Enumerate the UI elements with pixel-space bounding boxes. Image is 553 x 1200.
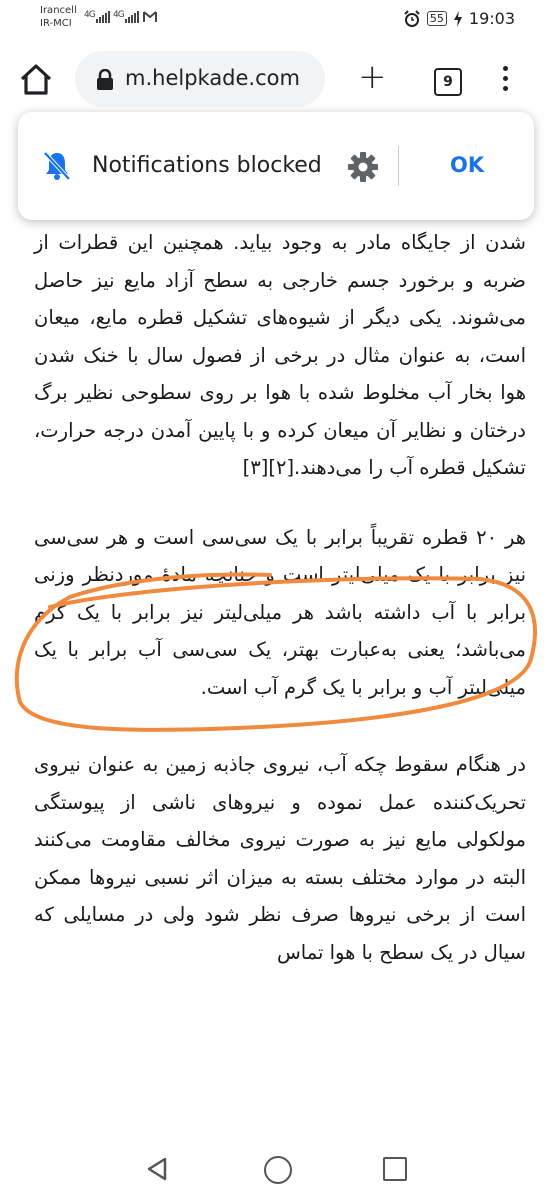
charging-icon xyxy=(453,10,462,27)
recents-icon[interactable] xyxy=(383,1157,407,1181)
carrier-1: Irancell xyxy=(40,5,77,16)
clock: 19:03 xyxy=(468,9,515,28)
status-right: 55 19:03 xyxy=(403,9,515,28)
status-bar: Irancell IR-MCI 4G 4G 55 19:03 xyxy=(0,0,553,40)
notifications-blocked-card: Notifications blocked OK xyxy=(18,112,534,220)
notification-message: Notifications blocked xyxy=(92,153,322,178)
alarm-icon xyxy=(404,9,420,27)
home-nav-icon[interactable] xyxy=(264,1156,292,1184)
carrier-labels: Irancell IR-MCI xyxy=(40,4,77,30)
system-nav-bar xyxy=(0,1140,553,1200)
signal-2-icon xyxy=(125,11,139,23)
signal-2-label: 4G xyxy=(113,10,125,20)
lock-icon[interactable] xyxy=(95,69,115,91)
new-tab-button[interactable]: + xyxy=(358,60,387,94)
url-text[interactable]: m.helpkade.com xyxy=(125,66,300,90)
home-icon[interactable] xyxy=(18,62,54,98)
battery-indicator: 55 xyxy=(426,11,447,26)
ok-button[interactable]: OK xyxy=(450,153,484,177)
back-icon[interactable] xyxy=(145,1157,169,1181)
article-content: شدن از جایگاه مادر به وجود بیاید. همچنین… xyxy=(34,224,526,971)
carrier-2: IR-MCI xyxy=(40,18,72,29)
gmail-icon xyxy=(143,11,157,22)
paragraph-1: شدن از جایگاه مادر به وجود بیاید. همچنین… xyxy=(34,231,526,479)
overflow-menu-icon[interactable] xyxy=(503,66,509,96)
browser-toolbar: m.helpkade.com + 9 xyxy=(0,40,553,120)
signal-1-icon xyxy=(96,11,110,23)
address-bar[interactable]: m.helpkade.com xyxy=(75,51,325,107)
paragraph-3: در هنگام سقوط چکه آب، نیروی جاذبه زمین ب… xyxy=(34,753,526,964)
tab-switcher-button[interactable]: 9 xyxy=(434,68,462,96)
paragraph-2: هر ۲۰ قطره تقریباً برابر با یک سی‌سی است… xyxy=(34,525,526,699)
signal-1-label: 4G xyxy=(84,10,96,20)
gear-icon[interactable] xyxy=(346,150,380,184)
notifications-off-icon xyxy=(43,151,71,181)
divider xyxy=(398,146,399,186)
